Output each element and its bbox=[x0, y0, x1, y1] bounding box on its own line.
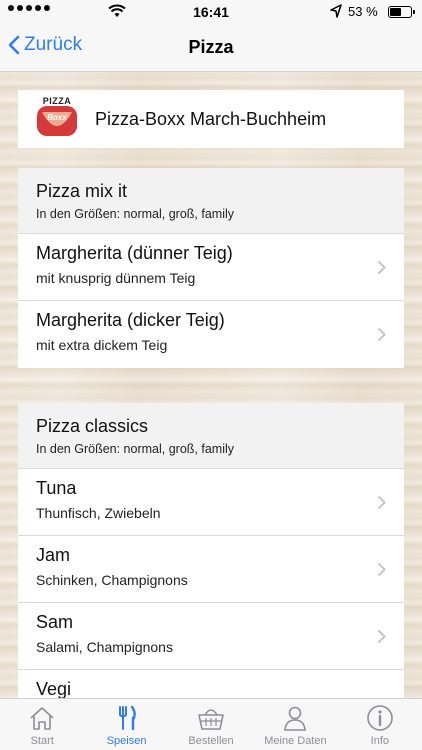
section-subtitle: In den Größen: normal, groß, family bbox=[36, 207, 234, 221]
item-title: Jam bbox=[36, 545, 71, 565]
tab-label: Meine Daten bbox=[264, 735, 327, 747]
item-title: Vegi bbox=[36, 679, 72, 698]
restaurant-name: Pizza-Boxx March-Buchheim bbox=[95, 108, 327, 129]
section-title: Pizza classics bbox=[36, 416, 149, 436]
menu-item-vegi[interactable]: Vegi bbox=[18, 670, 404, 698]
item-subtitle: mit extra dickem Teig bbox=[36, 337, 168, 353]
menu-item-jam[interactable]: Jam Schinken, Champignons bbox=[18, 536, 404, 603]
item-title: Margherita (dicker Teig) bbox=[36, 310, 225, 330]
chevron-right-icon bbox=[377, 495, 386, 510]
item-title: Margherita (dünner Teig) bbox=[36, 243, 233, 263]
basket-icon bbox=[196, 703, 226, 733]
battery-icon bbox=[388, 6, 415, 18]
tab-speisen[interactable]: Speisen bbox=[84, 699, 168, 750]
navigation-bar: Zurück Pizza bbox=[0, 24, 422, 72]
tab-bar: Start Speisen Bestellen Meine Daten Info bbox=[0, 698, 422, 750]
item-subtitle: Schinken, Champignons bbox=[36, 572, 188, 588]
logo-text-mid: Boxx bbox=[47, 113, 67, 122]
item-subtitle: Salami, Champignons bbox=[36, 639, 173, 655]
section-subtitle: In den Größen: normal, groß, family bbox=[36, 442, 234, 456]
tab-label: Bestellen bbox=[188, 735, 234, 747]
section-header: Pizza classics In den Größen: normal, gr… bbox=[18, 403, 404, 469]
battery-percent: 53 % bbox=[348, 4, 378, 19]
tab-label: Start bbox=[30, 735, 54, 747]
person-icon bbox=[281, 703, 309, 733]
tab-info[interactable]: Info bbox=[338, 699, 422, 750]
logo-text-top: PIZZA bbox=[42, 96, 72, 106]
menu-item-margherita-thick[interactable]: Margherita (dicker Teig) mit extra dicke… bbox=[18, 301, 404, 368]
tab-bestellen[interactable]: Bestellen bbox=[169, 699, 253, 750]
section-title: Pizza mix it bbox=[36, 181, 128, 201]
page-title: Pizza bbox=[188, 37, 234, 57]
status-bar: 16:41 53 % bbox=[0, 0, 422, 24]
item-subtitle: mit knusprig dünnem Teig bbox=[36, 270, 196, 286]
section-pizza-mix-it: Pizza mix it In den Größen: normal, groß… bbox=[18, 168, 404, 368]
tab-label: Info bbox=[370, 735, 389, 747]
tab-meine-daten[interactable]: Meine Daten bbox=[253, 699, 337, 750]
chevron-right-icon bbox=[377, 562, 386, 577]
menu-item-tuna[interactable]: Tuna Thunfisch, Zwiebeln bbox=[18, 469, 404, 536]
menu-item-margherita-thin[interactable]: Margherita (dünner Teig) mit knusprig dü… bbox=[18, 234, 404, 301]
section-header: Pizza mix it In den Größen: normal, groß… bbox=[18, 168, 404, 234]
chevron-right-icon bbox=[377, 629, 386, 644]
item-title: Sam bbox=[36, 612, 74, 632]
chevron-right-icon bbox=[377, 260, 386, 275]
menu-list[interactable]: PIZZA Boxx Pizza-Boxx March-Buchheim Piz… bbox=[0, 72, 422, 698]
tab-label: Speisen bbox=[106, 735, 147, 747]
item-title: Tuna bbox=[36, 478, 77, 498]
info-icon bbox=[366, 703, 394, 733]
section-pizza-classics: Pizza classics In den Größen: normal, gr… bbox=[18, 403, 404, 698]
restaurant-logo: PIZZA Boxx bbox=[34, 96, 80, 142]
chevron-right-icon bbox=[377, 327, 386, 342]
home-icon bbox=[28, 703, 56, 733]
location-arrow-icon bbox=[330, 4, 342, 21]
fork-knife-icon bbox=[113, 703, 141, 733]
menu-item-sam[interactable]: Sam Salami, Champignons bbox=[18, 603, 404, 670]
item-subtitle: Thunfisch, Zwiebeln bbox=[36, 505, 161, 521]
tab-start[interactable]: Start bbox=[0, 699, 84, 750]
restaurant-header: PIZZA Boxx Pizza-Boxx March-Buchheim bbox=[18, 90, 404, 148]
